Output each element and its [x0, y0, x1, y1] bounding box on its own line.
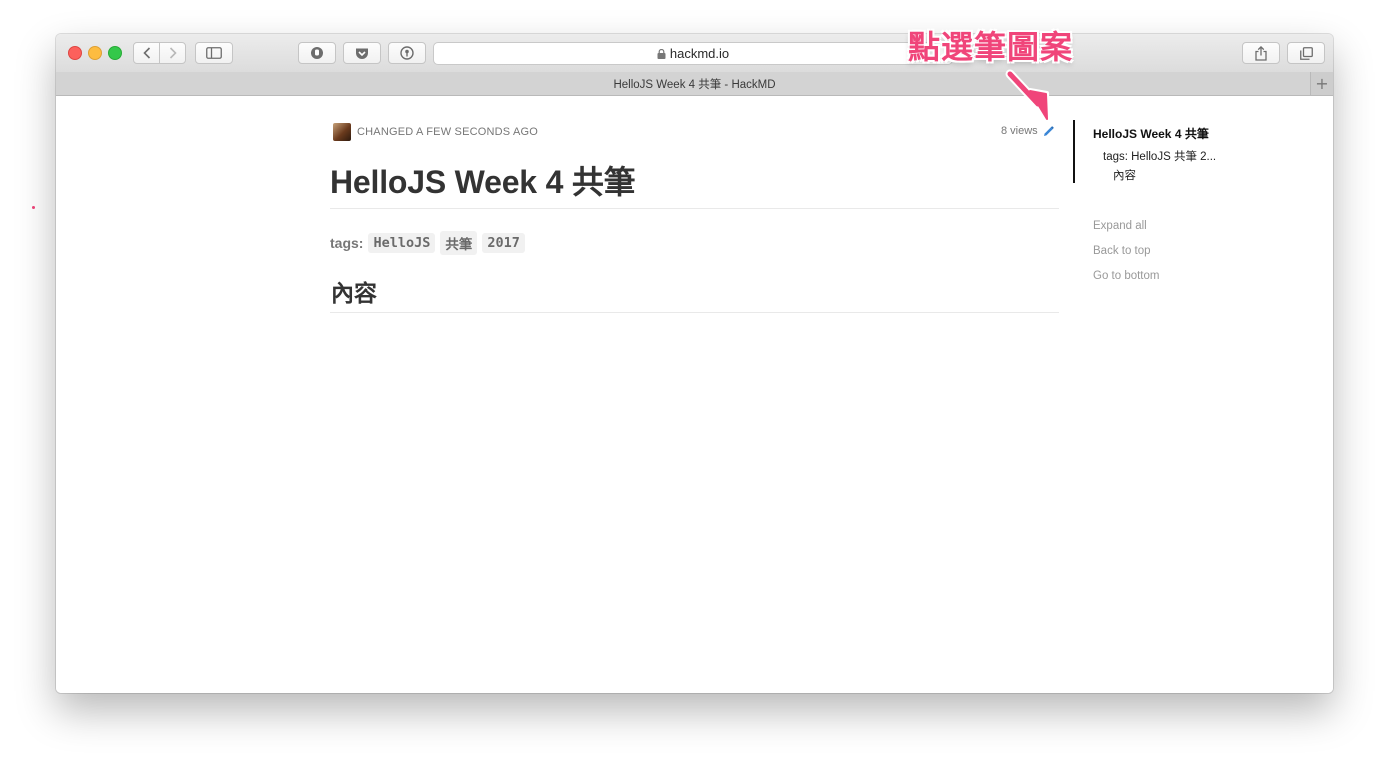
tab-title[interactable]: HelloJS Week 4 共筆 - HackMD	[613, 76, 775, 92]
tags-row: tags: HelloJS 共筆 2017	[330, 231, 525, 255]
tabs-icon	[1299, 46, 1313, 60]
address-bar[interactable]: hackmd.io	[433, 42, 953, 65]
share-button[interactable]	[1242, 42, 1280, 64]
tag-chip[interactable]: 共筆	[440, 231, 478, 255]
page-content: CHANGED A FEW SECONDS AGO 8 views HelloJ…	[56, 96, 1333, 693]
zoom-window-button[interactable]	[108, 46, 122, 60]
back-to-top-link[interactable]: Back to top	[1093, 245, 1151, 257]
sidebar-toggle-button[interactable]	[195, 42, 233, 64]
browser-toolbar: hackmd.io	[56, 34, 1333, 73]
go-to-bottom-link[interactable]: Go to bottom	[1093, 270, 1159, 282]
pocket-extension-button[interactable]	[343, 42, 381, 64]
navigation-buttons	[133, 42, 186, 64]
lock-icon	[657, 48, 666, 59]
page-title: HelloJS Week 4 共筆	[330, 164, 636, 200]
browser-window: hackmd.io HelloJS Week 4 共筆 - HackMD + C…	[56, 34, 1333, 693]
toc-item-tags[interactable]: tags: HelloJS 共筆 2...	[1103, 148, 1216, 164]
minimize-window-button[interactable]	[88, 46, 102, 60]
privacy-extension-button[interactable]	[298, 42, 336, 64]
tab-bar: HelloJS Week 4 共筆 - HackMD +	[56, 72, 1333, 96]
toc-active-bar	[1073, 120, 1075, 183]
forward-button[interactable]	[159, 42, 186, 64]
title-divider	[330, 208, 1059, 209]
plus-icon: +	[1315, 74, 1329, 93]
avatar[interactable]	[333, 123, 351, 141]
toc-item-title[interactable]: HelloJS Week 4 共筆	[1093, 125, 1209, 142]
new-tab-button[interactable]: +	[1310, 72, 1333, 95]
pencil-icon[interactable]	[1043, 125, 1054, 137]
share-icon	[1255, 45, 1267, 61]
stray-dot	[32, 206, 35, 209]
sidebar-icon	[206, 47, 222, 59]
changed-text: CHANGED A FEW SECONDS AGO	[357, 126, 539, 138]
password-icon	[400, 46, 414, 60]
back-icon	[142, 47, 150, 59]
section-divider	[330, 312, 1059, 313]
expand-all-link[interactable]: Expand all	[1093, 220, 1147, 232]
toc-item-content[interactable]: 內容	[1113, 167, 1136, 183]
tag-chip[interactable]: HelloJS	[368, 233, 436, 253]
views-info: 8 views	[1001, 125, 1054, 137]
forward-icon	[169, 47, 177, 59]
privacy-icon	[311, 47, 323, 59]
pocket-icon	[356, 48, 368, 59]
section-heading: 內容	[331, 280, 377, 306]
close-window-button[interactable]	[68, 46, 82, 60]
password-extension-button[interactable]	[388, 42, 426, 64]
annotation-arrow	[1005, 69, 1050, 123]
tags-label: tags:	[330, 235, 364, 251]
address-text: hackmd.io	[669, 46, 730, 61]
annotation-label: 點選筆圖案	[908, 28, 1074, 66]
doc-meta: CHANGED A FEW SECONDS AGO	[333, 123, 538, 141]
tag-chip[interactable]: 2017	[482, 233, 525, 253]
views-count: 8 views	[1001, 125, 1038, 137]
show-tabs-button[interactable]	[1287, 42, 1325, 64]
back-button[interactable]	[133, 42, 160, 64]
